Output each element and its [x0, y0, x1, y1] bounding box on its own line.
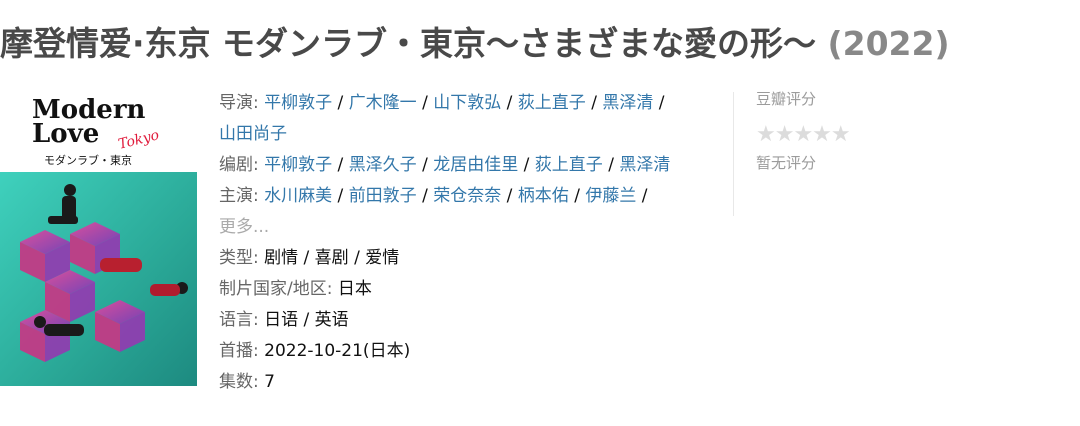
poster-header: Modern Love Tokyo モダンラブ・東京 — [0, 90, 197, 172]
language-label: 语言: — [219, 310, 259, 330]
language-value: 日语 / 英语 — [264, 310, 349, 330]
director-link[interactable]: 广木隆一 — [349, 93, 417, 113]
premiere-row: 首播: 2022-10-21(日本) — [219, 336, 719, 367]
episodes-row: 集数: 7 — [219, 367, 719, 398]
writer-row: 编剧: 平柳敦子 / 黑泽久子 / 龙居由佳里 / 荻上直子 / 黑泽清 — [219, 155, 671, 175]
cast-row: 主演: 水川麻美 / 前田敦子 / 荣仓奈奈 / 柄本佑 / 伊藤兰 / 更多.… — [219, 186, 648, 237]
director-label: 导演: — [219, 93, 259, 113]
info-panel: 导演: 平柳敦子 / 广木隆一 / 山下敦弘 / 荻上直子 / 黑泽清 / 山田… — [219, 88, 719, 398]
cast-link[interactable]: 荣仓奈奈 — [433, 186, 501, 206]
writer-link[interactable]: 龙居由佳里 — [433, 155, 518, 175]
director-link[interactable]: 平柳敦子 — [264, 93, 332, 113]
poster-image[interactable]: Modern Love Tokyo モダンラブ・東京 — [0, 90, 197, 386]
writer-link[interactable]: 荻上直子 — [535, 155, 603, 175]
cast-link[interactable]: 水川麻美 — [264, 186, 332, 206]
title-year: (2022) — [827, 24, 950, 63]
cast-link[interactable]: 柄本佑 — [518, 186, 569, 206]
star-rating-icon: ★★★★★ — [756, 122, 851, 147]
no-rating-text: 暂无评分 — [756, 154, 817, 172]
title-main: 摩登情爱·东京 モダンラブ・東京～さまざまな愛の形～ — [0, 24, 817, 63]
writer-link[interactable]: 黑泽清 — [619, 155, 670, 175]
page-title: 摩登情爱·东京 モダンラブ・東京～さまざまな愛の形～ (2022) — [0, 20, 1080, 68]
genre-label: 类型: — [219, 248, 259, 268]
cast-label: 主演: — [219, 186, 259, 206]
cast-link[interactable]: 前田敦子 — [349, 186, 417, 206]
premiere-value: 2022-10-21(日本) — [264, 341, 411, 361]
language-row: 语言: 日语 / 英语 — [219, 305, 719, 336]
premiere-label: 首播: — [219, 341, 259, 361]
poster-art — [0, 172, 197, 386]
more-cast-link[interactable]: 更多... — [219, 217, 269, 237]
rating-label: 豆瓣评分 — [756, 90, 817, 108]
director-row: 导演: 平柳敦子 / 广木隆一 / 山下敦弘 / 荻上直子 / 黑泽清 / 山田… — [219, 93, 665, 144]
country-label: 制片国家/地区: — [219, 279, 333, 299]
episodes-value: 7 — [264, 372, 275, 392]
director-link[interactable]: 山下敦弘 — [433, 93, 501, 113]
poster-subtitle: モダンラブ・東京 — [44, 154, 132, 167]
director-link[interactable]: 山田尚子 — [219, 124, 287, 144]
writer-link[interactable]: 平柳敦子 — [264, 155, 332, 175]
writer-link[interactable]: 黑泽久子 — [349, 155, 417, 175]
director-link[interactable]: 黑泽清 — [602, 93, 653, 113]
director-link[interactable]: 荻上直子 — [518, 93, 586, 113]
rating-panel: 豆瓣评分 ★★★★★ 暂无评分 — [756, 88, 851, 174]
country-value: 日本 — [337, 279, 372, 299]
divider — [733, 92, 734, 216]
writer-label: 编剧: — [219, 155, 259, 175]
country-row: 制片国家/地区: 日本 — [219, 274, 719, 305]
cast-link[interactable]: 伊藤兰 — [585, 186, 636, 206]
episodes-label: 集数: — [219, 372, 259, 392]
genre-value: 剧情 / 喜剧 / 爱情 — [264, 248, 400, 268]
poster-artwork — [0, 172, 197, 386]
genre-row: 类型: 剧情 / 喜剧 / 爱情 — [219, 243, 719, 274]
